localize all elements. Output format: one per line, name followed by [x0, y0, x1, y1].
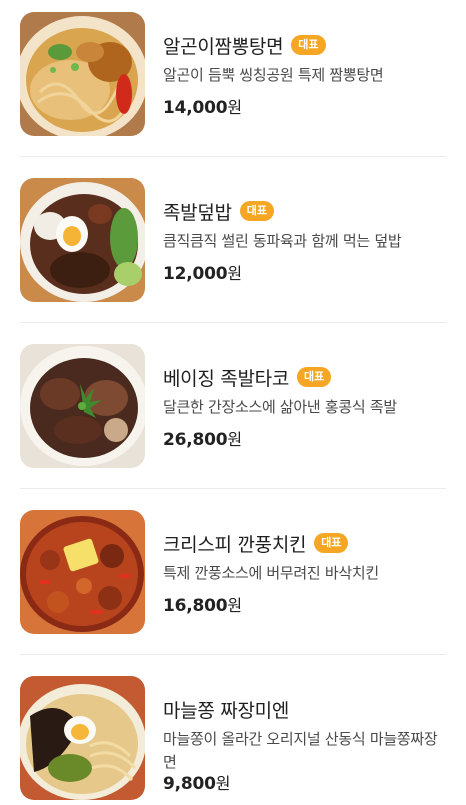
rice-bowl-photo	[20, 178, 145, 302]
menu-item-name[interactable]: 족발덮밥	[163, 198, 232, 225]
currency-label: 원	[227, 264, 242, 283]
menu-list: 알곤이짬뽕탕면 대표 알곤이 듬뿍 씽칭공원 특제 짬뽕탕면 14,000원 족…	[0, 0, 466, 805]
menu-item-description: 마늘쫑이 올라간 오리지널 산동식 마늘쫑짜장면	[163, 730, 438, 771]
currency-label: 원	[227, 430, 242, 449]
menu-item-price: 12,000원	[163, 260, 242, 284]
currency-label: 원	[227, 596, 242, 615]
menu-item-pork-hock-taco[interactable]: 베이징 족발타코 대표 달큰한 간장소스에 삶아낸 홍콩식 족발 26,800원	[0, 332, 466, 492]
currency-label: 원	[215, 774, 231, 793]
menu-item-price: 14,000원	[163, 94, 242, 118]
menu-item-name-row: 족발덮밥 대표	[163, 198, 274, 224]
menu-item-name-row: 베이징 족발타코 대표	[163, 364, 332, 391]
jjajang-photo	[20, 676, 145, 800]
price-value: 14,000	[163, 98, 228, 118]
menu-item-image[interactable]	[20, 510, 145, 634]
menu-item-name-row: 마늘쫑 짜장미엔	[163, 696, 289, 722]
menu-item-image[interactable]	[20, 178, 145, 302]
divider	[20, 488, 446, 489]
price-value: 16,800	[163, 596, 228, 616]
menu-item-rice-bowl[interactable]: 족발덮밥 대표 큼직큼직 썰린 동파육과 함께 먹는 덮밥 12,000원	[0, 166, 466, 326]
menu-item-ramen[interactable]: 알곤이짬뽕탕면 대표 알곤이 듬뿍 씽칭공원 특제 짬뽕탕면 14,000원	[0, 0, 466, 160]
menu-item-name[interactable]: 크리스피 깐풍치킨	[163, 530, 306, 557]
divider	[20, 156, 446, 157]
price-value: 12,000	[163, 264, 228, 284]
menu-item-image[interactable]	[20, 344, 145, 468]
divider	[20, 322, 446, 323]
signature-badge: 대표	[314, 533, 349, 553]
menu-item-image[interactable]	[20, 12, 145, 136]
menu-item-jjajang[interactable]: 마늘쫑 짜장미엔 마늘쫑이 올라간 오리지널 산동식 마늘쫑짜장면 9,800원	[0, 664, 466, 805]
menu-item-description: 달큰한 간장소스에 삶아낸 홍콩식 족발	[163, 398, 397, 416]
ramen-photo	[20, 12, 145, 136]
menu-item-description: 알곤이 듬뿍 씽칭공원 특제 짬뽕탕면	[163, 66, 384, 84]
menu-item-name-row: 크리스피 깐풍치킨 대표	[163, 530, 349, 557]
divider	[20, 654, 446, 655]
menu-item-crispy-chicken[interactable]: 크리스피 깐풍치킨 대표 특제 깐풍소스에 버무려진 바삭치킨 16,800원	[0, 498, 466, 658]
menu-item-name[interactable]: 알곤이짬뽕탕면	[163, 32, 284, 59]
signature-badge: 대표	[297, 367, 332, 387]
signature-badge: 대표	[291, 35, 326, 55]
menu-item-name-row: 알곤이짬뽕탕면 대표	[163, 32, 326, 58]
menu-item-price: 26,800원	[163, 426, 242, 450]
pork-hock-photo	[20, 344, 145, 468]
menu-item-description: 큼직큼직 썰린 동파육과 함께 먹는 덮밥	[163, 232, 402, 250]
menu-item-image[interactable]	[20, 676, 145, 800]
menu-item-price: 9,800원	[163, 770, 231, 794]
menu-item-name[interactable]: 마늘쫑 짜장미엔	[163, 696, 289, 723]
menu-item-name[interactable]: 베이징 족발타코	[163, 364, 289, 391]
menu-item-description: 특제 깐풍소스에 버무려진 바삭치킨	[163, 564, 379, 582]
currency-label: 원	[227, 98, 242, 117]
signature-badge: 대표	[239, 201, 274, 221]
menu-item-price: 16,800원	[163, 592, 242, 616]
chicken-photo	[20, 510, 145, 634]
price-value: 26,800	[163, 430, 228, 450]
price-value: 9,800	[163, 774, 216, 794]
